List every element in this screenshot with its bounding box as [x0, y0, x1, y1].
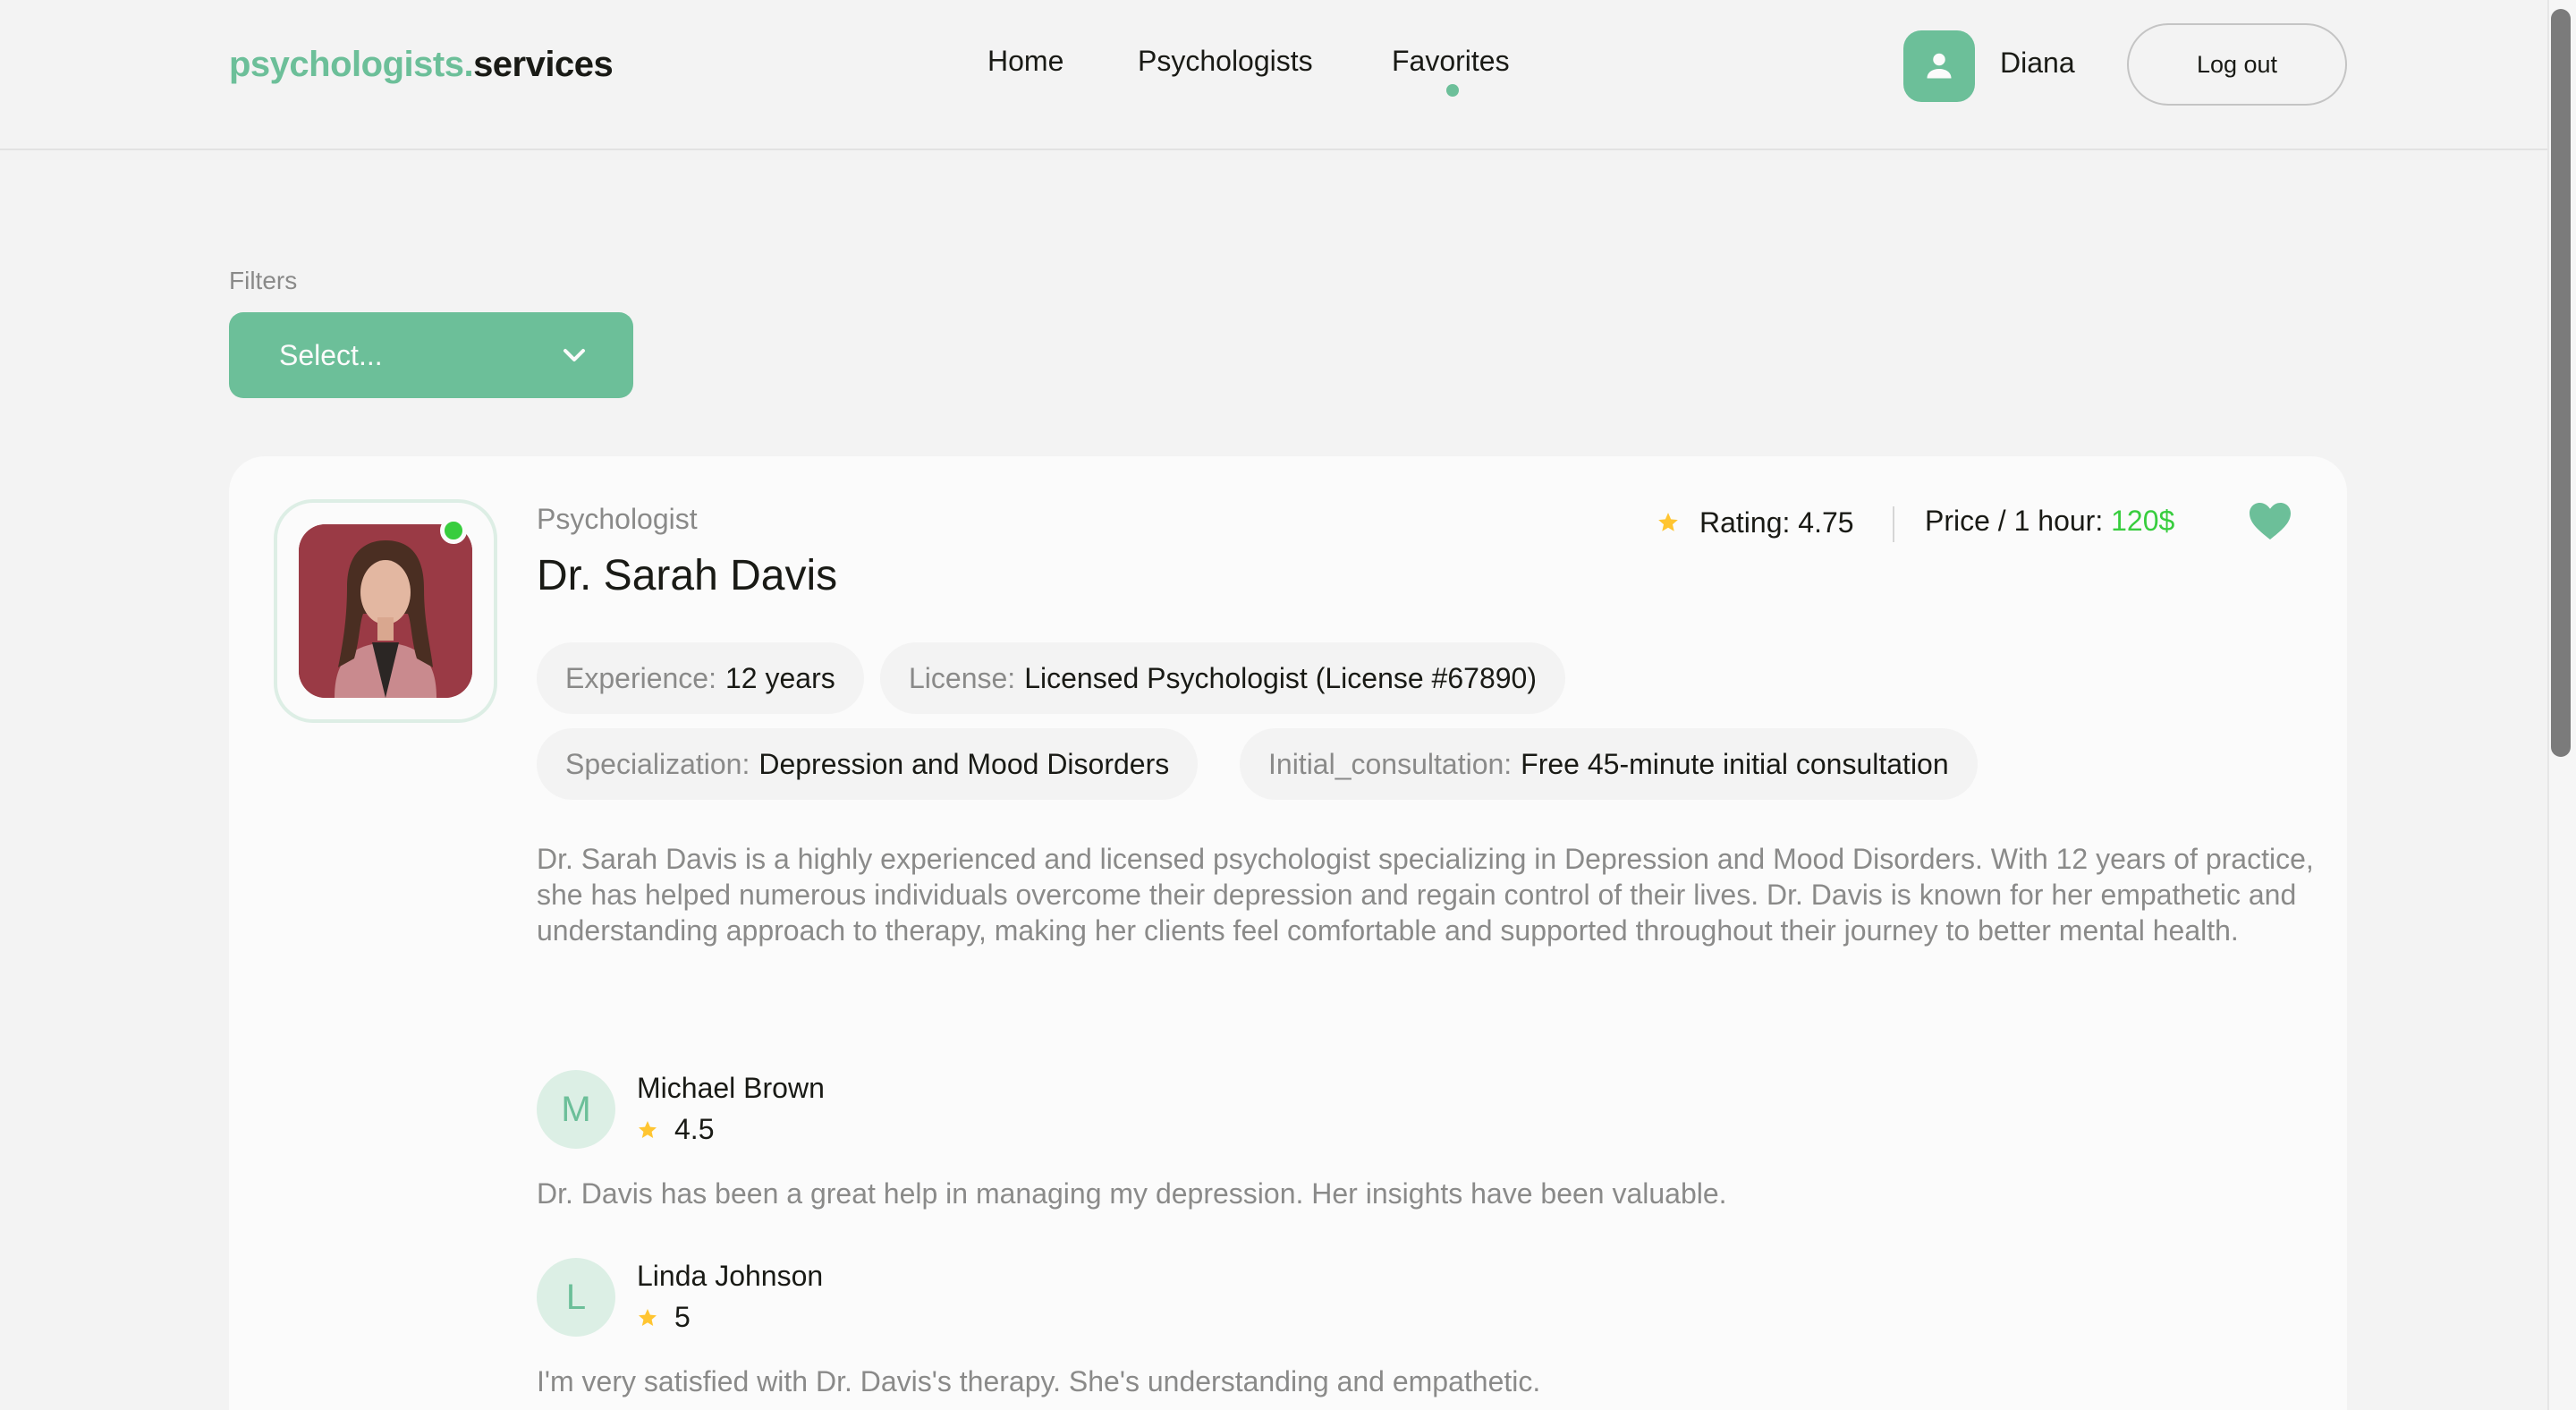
chip-value: 12 years: [724, 661, 835, 694]
chip-key: Experience:: [565, 661, 716, 694]
chip-experience: Experience: 12 years: [537, 642, 864, 714]
psychologist-photo: [299, 524, 472, 698]
reviewer-name: Michael Brown: [637, 1072, 825, 1104]
psychologist-name: Dr. Sarah Davis: [537, 552, 838, 599]
user-avatar[interactable]: [1903, 30, 1975, 102]
reviewer-avatar: M: [537, 1070, 615, 1149]
review-rating-value: 4.5: [674, 1113, 715, 1145]
price-value: 120$: [2111, 505, 2175, 537]
online-status-indicator: [440, 517, 467, 544]
chip-value: Licensed Psychologist (License #67890): [1024, 661, 1537, 694]
logout-button[interactable]: Log out: [2127, 23, 2347, 106]
rating-price-divider: [1893, 506, 1894, 542]
about-text: Dr. Sarah Davis is a highly experienced …: [537, 843, 2314, 947]
reviewer-name: Linda Johnson: [637, 1260, 824, 1292]
chip-value: Free 45-minute initial consultation: [1521, 747, 1949, 780]
filter-selected-value: Select...: [279, 338, 383, 371]
psychologist-card: Psychologist Dr. Sarah Davis Rating: 4.7…: [229, 456, 2347, 1410]
chip-specialization: Specialization: Depression and Mood Diso…: [537, 728, 1199, 800]
chip-value: Depression and Mood Disorders: [758, 747, 1170, 780]
review-comment: Dr. Davis has been a great help in manag…: [537, 1177, 1727, 1210]
review-rating: 5: [637, 1301, 691, 1334]
chip-key: Initial_consultation:: [1268, 747, 1513, 780]
filter-dropdown[interactable]: Select...: [229, 312, 633, 398]
nav-favorites[interactable]: Favorites: [1392, 45, 1510, 78]
nav-psychologists[interactable]: Psychologists: [1138, 45, 1313, 78]
review-comment: I'm very satisfied with Dr. Davis's ther…: [537, 1365, 1541, 1397]
star-icon: [639, 1120, 657, 1138]
chip-license: License: Licensed Psychologist (License …: [880, 642, 1565, 714]
reviewer-avatar: L: [537, 1258, 615, 1337]
site-header: psychologists.services Home Psychologist…: [0, 0, 2547, 150]
user-name: Diana: [2000, 47, 2075, 79]
star-icon: [639, 1308, 657, 1326]
review-rating: 4.5: [637, 1113, 714, 1146]
psychologist-role: Psychologist: [537, 503, 698, 535]
review-rating-value: 5: [674, 1301, 691, 1333]
rating-label: Rating: 4.75: [1699, 505, 1854, 539]
avatar-frame: [274, 499, 497, 723]
chip-key: License:: [909, 661, 1016, 694]
filters-label: Filters: [229, 267, 298, 294]
price-label: Price / 1 hour:: [1925, 505, 2112, 537]
nav-home[interactable]: Home: [987, 45, 1063, 78]
rating: Rating: 4.75: [1657, 505, 1854, 540]
price: Price / 1 hour: 120$: [1925, 505, 2174, 538]
star-icon: [1658, 513, 1678, 531]
heart-icon[interactable]: [2247, 499, 2293, 542]
scrollbar-thumb[interactable]: [2551, 9, 2571, 757]
page: psychologists.services Home Psychologist…: [0, 0, 2576, 1410]
chevron-down-icon: [564, 349, 585, 361]
user-icon: [1927, 53, 1952, 79]
chip-initial-consultation: Initial_consultation: Free 45-minute ini…: [1240, 728, 1978, 800]
active-nav-indicator: [1446, 84, 1459, 97]
chip-key: Specialization:: [565, 747, 750, 780]
